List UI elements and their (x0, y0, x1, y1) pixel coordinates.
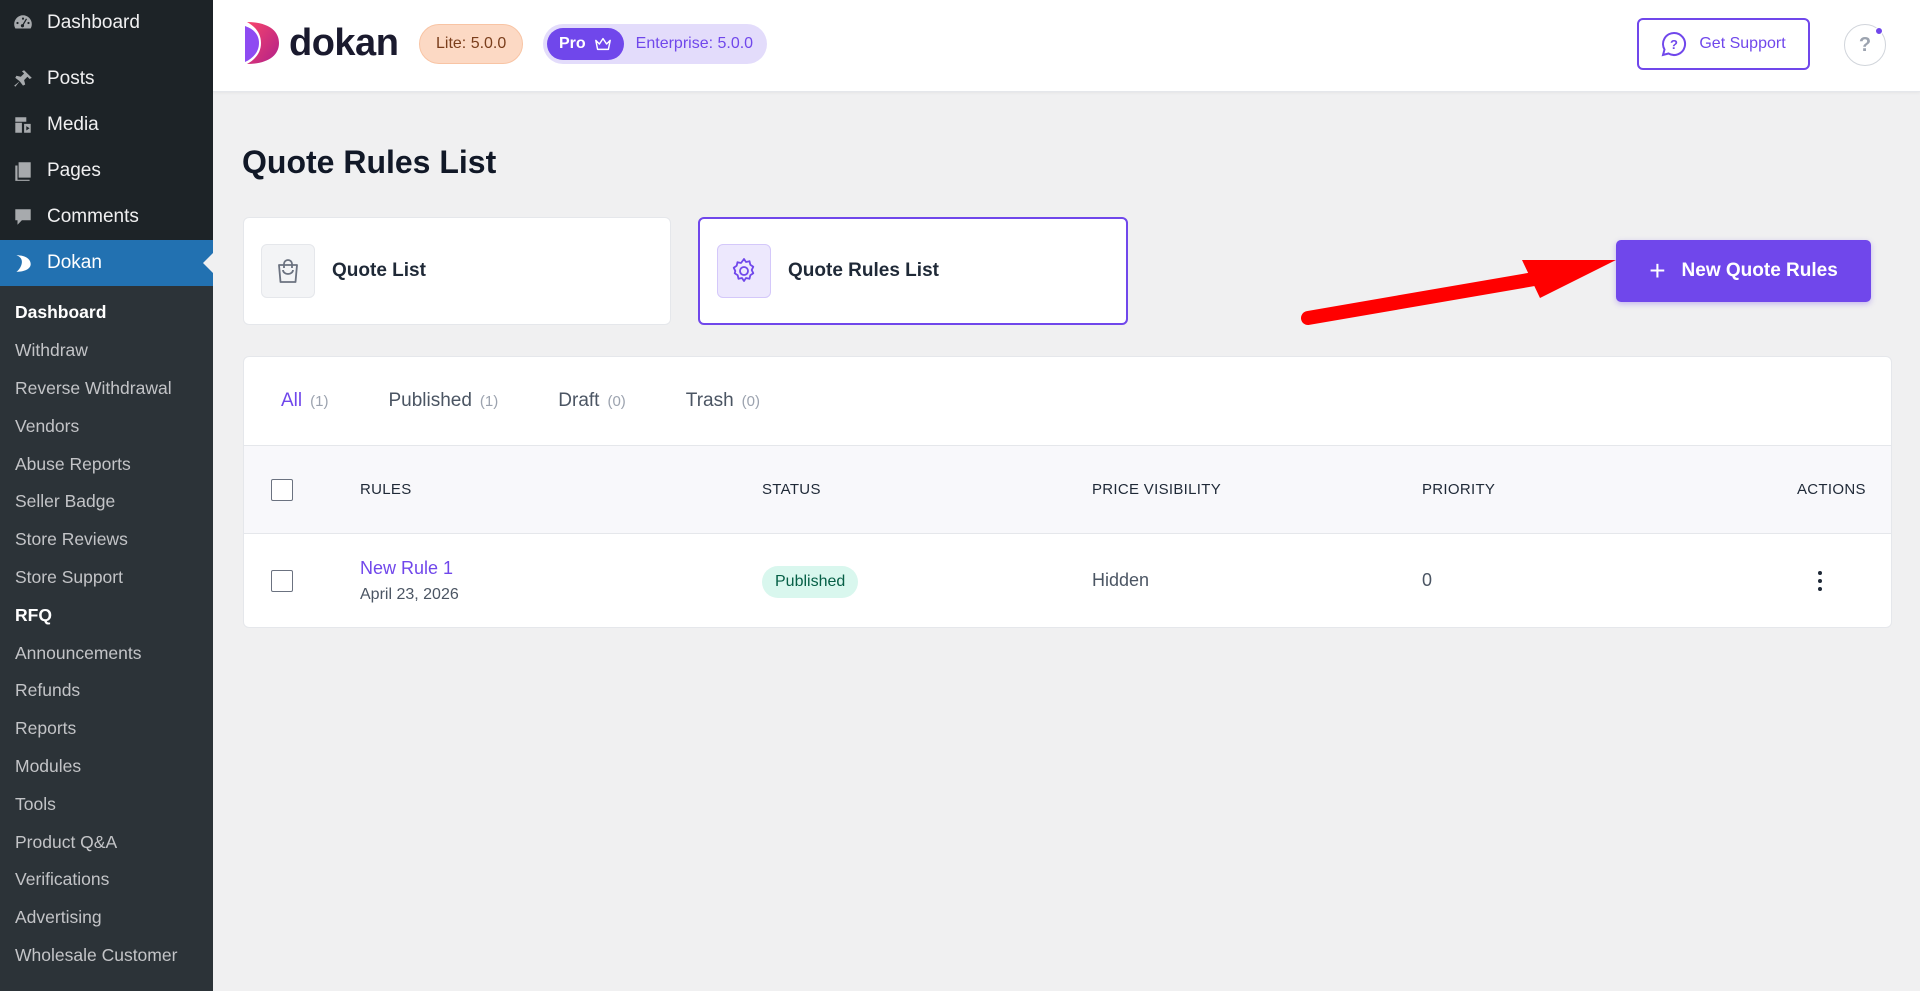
pro-pill: Pro (547, 28, 624, 60)
menu-pages[interactable]: Pages (0, 148, 213, 194)
priority-value: 0 (1422, 570, 1433, 590)
filter-label: Draft (558, 390, 600, 411)
submenu-item-tools[interactable]: Tools (0, 785, 213, 823)
column-header-actions: ACTIONS (1797, 481, 1866, 498)
filter-count: (0) (607, 393, 626, 410)
tab-quote-rules-list[interactable]: Quote Rules List (698, 217, 1128, 325)
price-visibility-value: Hidden (1092, 570, 1150, 590)
row-actions-kebab-icon[interactable] (1815, 566, 1825, 596)
submenu-item-advertising[interactable]: Advertising (0, 899, 213, 937)
rules-table-panel: All (1) Published (1) Draft (0) Trash (0) RU… (243, 356, 1892, 628)
support-chat-icon: ? (1661, 31, 1687, 57)
filter-draft[interactable]: Draft (0) (558, 390, 626, 412)
filter-label: Published (388, 390, 472, 411)
submenu-item-product-q-a[interactable]: Product Q&A (0, 823, 213, 861)
dokan-submenu: Dashboard Withdraw Reverse Withdrawal Vendo… (0, 286, 213, 991)
submenu-item-reports[interactable]: Reports (0, 710, 213, 748)
menu-dokan[interactable]: Dokan (0, 240, 213, 286)
submenu-item-store-support[interactable]: Store Support (0, 559, 213, 597)
menu-dashboard[interactable]: Dashboard (0, 0, 213, 46)
row-checkbox[interactable] (271, 570, 293, 592)
submenu-item-announcements[interactable]: Announcements (0, 634, 213, 672)
media-icon (10, 112, 36, 138)
enterprise-version: Enterprise: 5.0.0 (635, 35, 754, 52)
submenu-item-reverse-withdrawal[interactable]: Reverse Withdrawal (0, 370, 213, 408)
support-label: Get Support (1699, 35, 1786, 52)
table-header: RULES STATUS PRICE VISIBILITY PRIORITY A… (244, 446, 1891, 534)
column-header-rules[interactable]: RULES (360, 481, 412, 498)
submenu-item-wholesale-customer[interactable]: Wholesale Customer (0, 937, 213, 975)
comment-icon (10, 204, 36, 230)
new-quote-rules-button[interactable]: + New Quote Rules (1616, 240, 1871, 302)
admin-sidebar: Dashboard Posts Media Pages Comments Dok… (0, 0, 213, 991)
menu-posts[interactable]: Posts (0, 56, 213, 102)
filter-count: (0) (741, 393, 761, 410)
menu-label: Dokan (47, 252, 102, 273)
menu-label: Media (47, 114, 99, 135)
new-button-label: New Quote Rules (1681, 260, 1838, 281)
crown-icon (594, 37, 611, 51)
filter-label: All (281, 390, 303, 411)
filter-all[interactable]: All (1) (281, 390, 328, 412)
plus-icon: + (1649, 255, 1666, 286)
dokan-logo-mark-icon (245, 22, 279, 64)
filter-count: (1) (310, 393, 329, 410)
rule-title-link[interactable]: New Rule 1 (360, 558, 453, 579)
column-header-priority[interactable]: PRIORITY (1422, 481, 1495, 498)
submenu-item-modules[interactable]: Modules (0, 748, 213, 786)
page-title: Quote Rules List (242, 144, 497, 180)
filter-count: (1) (479, 393, 499, 410)
tab-quote-list[interactable]: Quote List (243, 217, 671, 325)
submenu-item-rfq[interactable]: RFQ (0, 596, 213, 634)
gear-icon (717, 244, 771, 298)
pin-icon (10, 66, 36, 92)
tab-label: Quote List (332, 260, 426, 281)
menu-comments[interactable]: Comments (0, 194, 213, 240)
tab-label: Quote Rules List (788, 260, 939, 281)
menu-label: Posts (47, 68, 95, 89)
annotation-arrow-icon (1301, 260, 1616, 325)
logo-text: dokan (289, 21, 399, 64)
submenu-item-store-reviews[interactable]: Store Reviews (0, 521, 213, 559)
menu-label: Pages (47, 160, 101, 181)
lite-version-badge: Lite: 5.0.0 (419, 24, 524, 64)
top-header: dokan Lite: 5.0.0 Pro Enterprise: 5.0.0 … (213, 0, 1920, 92)
notification-dot (1875, 27, 1883, 35)
shopping-bag-icon (261, 244, 315, 298)
submenu-item-withdraw[interactable]: Withdraw (0, 332, 213, 370)
svg-text:?: ? (1670, 37, 1678, 52)
dokan-icon (10, 250, 36, 276)
status-badge: Published (762, 566, 859, 598)
column-header-price-visibility[interactable]: PRICE VISIBILITY (1092, 481, 1221, 498)
select-all-checkbox[interactable] (271, 478, 293, 501)
menu-media[interactable]: Media (0, 102, 213, 148)
dokan-logo[interactable]: dokan (243, 20, 399, 66)
status-filters: All (1) Published (1) Draft (0) Trash (0) (244, 357, 1891, 446)
table-row: New Rule 1 April 23, 2026 Published Hidd… (244, 534, 1891, 627)
pro-label: Pro (559, 35, 586, 52)
menu-label: Comments (47, 206, 139, 227)
submenu-item-verifications[interactable]: Verifications (0, 861, 213, 899)
help-button[interactable]: ? (1844, 24, 1886, 66)
get-support-button[interactable]: ? Get Support (1637, 18, 1810, 70)
column-header-status[interactable]: STATUS (762, 481, 821, 498)
filter-trash[interactable]: Trash (0) (686, 390, 760, 412)
filter-published[interactable]: Published (1) (388, 390, 498, 412)
dashboard-icon (10, 10, 36, 36)
submenu-item-seller-badge[interactable]: Seller Badge (0, 483, 213, 521)
submenu-item-vendors[interactable]: Vendors (0, 407, 213, 445)
submenu-item-refunds[interactable]: Refunds (0, 672, 213, 710)
submenu-item-abuse-reports[interactable]: Abuse Reports (0, 445, 213, 483)
filter-label: Trash (685, 390, 734, 411)
pro-version-badge: Pro Enterprise: 5.0.0 (543, 24, 768, 64)
pages-icon (10, 158, 36, 184)
help-icon: ? (1858, 33, 1872, 56)
submenu-item-dashboard[interactable]: Dashboard (0, 294, 213, 332)
rule-date: April 23, 2026 (360, 586, 459, 603)
menu-label: Dashboard (47, 12, 140, 33)
